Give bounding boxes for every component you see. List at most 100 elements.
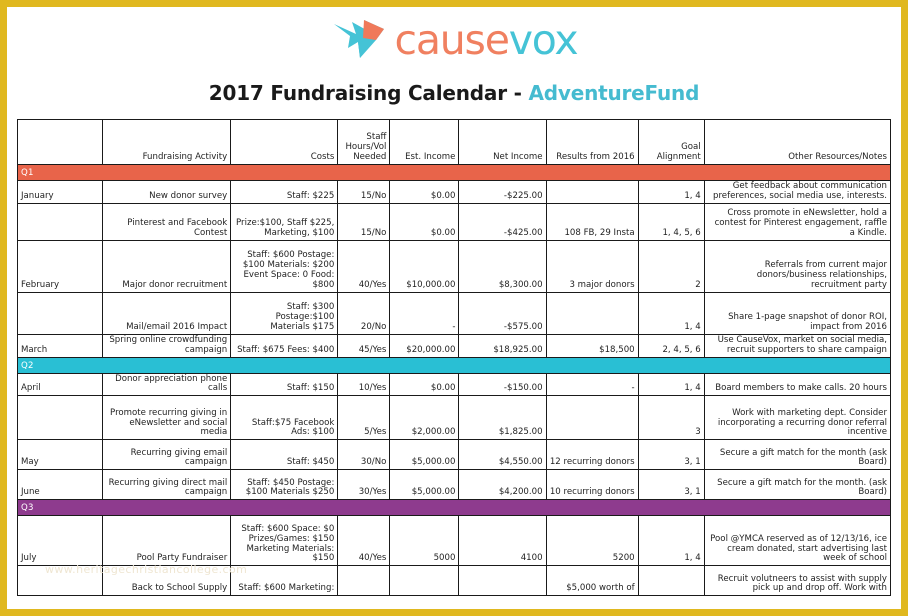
costs-cell: Staff: $300 Postage:$100 Materials $175 [230, 291, 339, 335]
table-row: June Recurring giving direct mail campaig… [16, 469, 892, 501]
net-income-cell: -$575.00 [458, 291, 547, 335]
staff-hours-cell: 30/Yes [337, 469, 391, 501]
results-2016-cell: 12 recurring donors [545, 439, 639, 471]
notes-cell: Secure a gift match for the month. (ask … [703, 469, 892, 501]
goal-alignment-cell: 2 [637, 239, 705, 293]
table-row: Mail/email 2016 Impact Staff: $300 Postag… [16, 291, 892, 335]
activity-month-cell: January [16, 180, 104, 204]
activity-month-cell: February [16, 239, 104, 293]
goal-alignment-cell: 3, 1 [637, 469, 705, 501]
table-row: February Major donor recruitment Staff: $6… [16, 239, 892, 293]
column-header-goal-alignment: Goal Alignment [637, 119, 705, 165]
notes-cell: Referrals from current major donors/busi… [703, 239, 892, 293]
est-income-cell: 5000 [389, 515, 460, 567]
costs-cell: Staff: $600 Postage: $100 Materials: $20… [230, 239, 339, 293]
results-2016-cell: $18,500 [545, 333, 639, 358]
results-2016-cell: 10 recurring donors [545, 469, 639, 501]
costs-cell: Staff: $600 Marketing: [230, 565, 339, 597]
goal-alignment-cell: 1, 4, 5, 6 [637, 202, 705, 241]
net-income-cell: $8,300.00 [458, 239, 547, 293]
est-income-cell: $20,000.00 [389, 333, 460, 358]
table-row: Pinterest and Facebook Contest Prize:$100… [16, 202, 892, 241]
est-income-cell: $5,000.00 [389, 439, 460, 471]
quarter-band-label: Q2 [17, 356, 891, 374]
results-2016-cell: $5,000 worth of [545, 565, 639, 597]
costs-cell: Staff: $150 [230, 372, 339, 397]
results-2016-cell: 3 major donors [545, 239, 639, 293]
activity-month-cell [16, 291, 104, 335]
activity-cell: Back to School Supply [102, 565, 232, 597]
table-row: April Donor appreciation phone calls Staff… [16, 372, 892, 397]
net-income-cell: $4,200.00 [458, 469, 547, 501]
logo-vox-text: vox [508, 15, 579, 64]
table-body: Q1 January New donor survey Staff: $225 15/N… [16, 164, 892, 597]
costs-cell: Staff: $450 [230, 439, 339, 471]
page-title-main: 2017 Fundraising Calendar - [208, 81, 529, 105]
est-income-cell: $0.00 [389, 372, 460, 397]
results-2016-cell [545, 395, 639, 441]
activity-cell: New donor survey [102, 180, 232, 204]
table-row: Promote recurring giving in eNewsletter … [16, 395, 892, 441]
net-income-cell: -$225.00 [458, 180, 547, 204]
quarter-band-q3: Q3 [17, 499, 891, 517]
table-row: May Recurring giving email campaign Staff:… [16, 439, 892, 471]
staff-hdr-l2: Hours/Vol [345, 142, 387, 153]
causevox-logo: causevox [330, 18, 579, 62]
page-title-accent: AdventureFund [528, 81, 700, 105]
est-income-cell: $10,000.00 [389, 239, 460, 293]
staff-hours-cell [337, 565, 391, 597]
est-income-cell: $2,000.00 [389, 395, 460, 441]
goal-alignment-cell: 1, 4 [637, 372, 705, 397]
activity-cell: Recurring giving email campaign [102, 439, 232, 471]
causevox-bird-logo-icon [330, 18, 388, 62]
calendar-page: causevox 2017 Fundraising Calendar - Adv… [0, 0, 908, 616]
activity-month-cell [16, 395, 104, 441]
goal-alignment-cell [637, 565, 705, 597]
notes-cell: Pool @YMCA reserved as of 12/13/16, ice … [703, 515, 892, 567]
goal-alignment-cell: 3, 1 [637, 439, 705, 471]
logo-wordmark: causevox [394, 19, 578, 61]
table-header-row: Fundraising Activity Costs Staff Hours/V… [16, 119, 892, 165]
staff-hours-cell: 10/Yes [337, 372, 391, 397]
staff-hours-cell: 40/Yes [337, 515, 391, 567]
column-header-month [16, 119, 104, 165]
staff-hours-cell: 5/Yes [337, 395, 391, 441]
costs-cell: Prize:$100, Staff $225, Marketing, $100 [230, 202, 339, 241]
column-header-net-income: Net Income [458, 119, 547, 165]
activity-month-cell: June [16, 469, 104, 501]
activity-cell: Pool Party Fundraiser [102, 515, 232, 567]
column-header-costs: Costs [230, 119, 339, 165]
notes-cell: Cross promote in eNewsletter, hold a con… [703, 202, 892, 241]
column-header-activity: Fundraising Activity [102, 119, 232, 165]
costs-cell: Staff: $600 Space: $0 Prizes/Games: $150… [230, 515, 339, 567]
staff-hours-cell: 20/No [337, 291, 391, 335]
notes-cell: Get feedback about communication prefere… [703, 180, 892, 204]
goal-alignment-cell: 1, 4 [637, 291, 705, 335]
goal-alignment-cell: 3 [637, 395, 705, 441]
net-income-cell: -$150.00 [458, 372, 547, 397]
activity-month-cell: April [16, 372, 104, 397]
activity-month-cell: May [16, 439, 104, 471]
results-2016-cell: 108 FB, 29 Insta [545, 202, 639, 241]
staff-hours-cell: 15/No [337, 180, 391, 204]
staff-hdr-l1: Staff [366, 132, 387, 143]
costs-cell: Staff: $450 Postage: $100 Materials $250 [230, 469, 339, 501]
activity-month-cell [16, 565, 104, 597]
page-inner: causevox 2017 Fundraising Calendar - Adv… [7, 7, 901, 609]
costs-cell: Staff: $675 Fees: $400 [230, 333, 339, 358]
table-row: Back to School Supply Staff: $600 Marketi… [16, 565, 892, 597]
activity-month-cell: March [16, 333, 104, 358]
column-header-other-resources: Other Resources/Notes [703, 119, 892, 165]
fundraising-calendar-table: Fundraising Activity Costs Staff Hours/V… [16, 119, 892, 597]
column-header-results-2016: Results from 2016 [545, 119, 639, 165]
goal-hdr-l2: Alignment [656, 152, 701, 163]
activity-month-cell [16, 202, 104, 241]
costs-cell: Staff:$75 Facebook Ads: $100 [230, 395, 339, 441]
net-income-cell: 4100 [458, 515, 547, 567]
quarter-band-q1: Q1 [17, 164, 891, 181]
net-income-cell: $18,925.00 [458, 333, 547, 358]
goal-alignment-cell: 2, 4, 5, 6 [637, 333, 705, 358]
results-2016-cell: 5200 [545, 515, 639, 567]
est-income-cell: - [389, 291, 460, 335]
notes-cell: Work with marketing dept. Consider incor… [703, 395, 892, 441]
